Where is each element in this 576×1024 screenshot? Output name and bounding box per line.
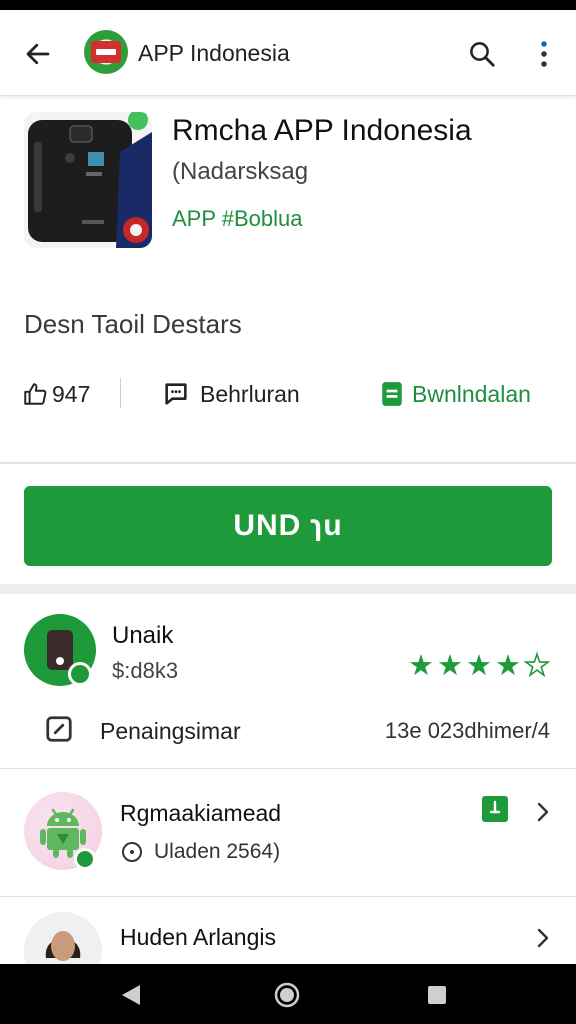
pending-value: 13e 023dhimer/4 <box>384 718 550 743</box>
more-options-button[interactable] <box>526 34 562 74</box>
circle-home-icon <box>274 982 300 1008</box>
list-item[interactable]: Huden Arlangis <box>0 898 576 964</box>
section-gap <box>0 584 576 594</box>
status-bar <box>0 0 576 10</box>
triangle-back-icon <box>122 985 140 1005</box>
square-recents-icon <box>428 986 446 1004</box>
comments-stat[interactable]: Behrluran <box>162 372 300 416</box>
search-button[interactable] <box>462 34 502 74</box>
nav-home-button[interactable] <box>270 978 304 1012</box>
verified-badge-icon <box>74 848 96 870</box>
chat-bubble-icon <box>165 383 187 405</box>
person-avatar <box>24 912 102 964</box>
star-filled-icon: ★ <box>466 650 492 682</box>
app-bar-title: APP Indonesia <box>138 40 290 66</box>
install-button[interactable]: UND ɿu <box>24 486 552 566</box>
app-name: Rmcha APP Indonesia <box>172 114 472 147</box>
star-empty-icon: ★ <box>523 650 551 682</box>
arrow-left-icon <box>26 43 50 65</box>
clock-icon <box>122 842 142 862</box>
description-heading: Desn Taoil Destars <box>24 309 242 339</box>
chevron-right-icon[interactable] <box>530 926 554 950</box>
nav-back-button[interactable] <box>114 978 148 1012</box>
list-item-title: Rgmaakiamead <box>120 800 282 826</box>
app-meta-row: 947 Behrluran Bwnlndalan <box>0 372 576 416</box>
search-icon <box>470 42 495 67</box>
star-filled-icon: ★ <box>408 650 434 682</box>
list-divider <box>0 896 576 897</box>
more-vert-icon <box>541 41 547 67</box>
verified-badge-icon <box>68 662 92 686</box>
download-stat[interactable]: Bwnlndalan <box>380 372 531 416</box>
app-subtitle: (Nadarsksag <box>172 158 309 185</box>
app-hero-image <box>24 112 152 248</box>
download-label: Bwnlndalan <box>412 380 531 407</box>
download-badge-icon[interactable] <box>482 796 508 822</box>
likes-stat[interactable]: 947 <box>22 372 90 416</box>
list-item-title: Huden Arlangis <box>120 924 276 950</box>
thumb-up-icon <box>24 383 47 405</box>
section-divider <box>0 462 576 464</box>
star-filled-icon: ★ <box>437 650 463 682</box>
download-box-icon <box>382 382 402 406</box>
top-app-bar: APP Indonesia <box>0 10 576 96</box>
reviewer-price: $:d8k3 <box>112 658 179 683</box>
app-logo <box>84 30 128 74</box>
comments-label: Behrluran <box>200 380 300 407</box>
likes-count: 947 <box>52 380 91 407</box>
list-divider <box>0 768 576 769</box>
star-filled-icon: ★ <box>495 650 521 682</box>
back-button[interactable] <box>18 34 58 74</box>
chevron-right-icon[interactable] <box>530 800 554 824</box>
reviewer-name: Unaik <box>112 622 174 649</box>
rating-stars: ★ ★ ★ ★ ★ <box>408 650 553 682</box>
edit-square-icon <box>46 716 72 742</box>
developer-link[interactable]: APP #Boblua <box>172 206 302 232</box>
pending-label: Penaingsimar <box>100 718 241 744</box>
nav-recents-button[interactable] <box>420 978 454 1012</box>
meta-divider <box>120 378 121 408</box>
review-card: Unaik $:d8k3 ★ ★ ★ ★ ★ Penaingsimar 13e … <box>0 594 576 768</box>
list-item-subtitle: Uladen 2564) <box>154 840 281 863</box>
list-item[interactable]: Rgmaakiamead Uladen 2564) <box>0 770 576 896</box>
system-nav-bar <box>0 964 576 1024</box>
